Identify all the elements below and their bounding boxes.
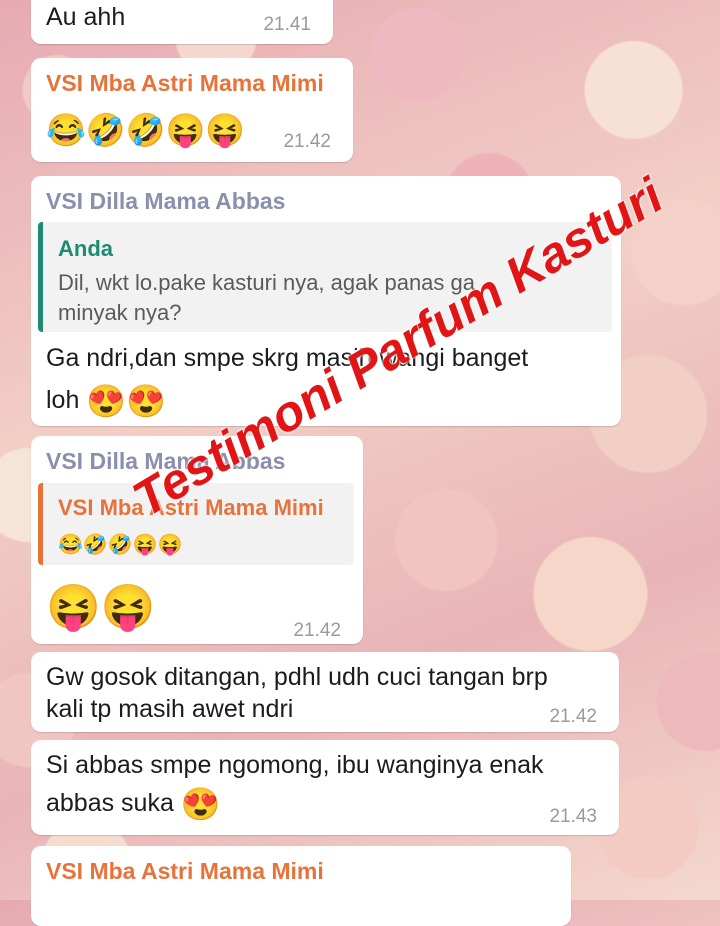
message-text-line2: loh 😍😍: [46, 381, 166, 420]
message-time: 21.42: [549, 706, 597, 727]
quote-bar: [38, 222, 43, 332]
message-text: abbas suka: [46, 789, 174, 817]
message-time: 21.42: [293, 620, 341, 641]
heart-eyes-emoji: 😍: [180, 786, 221, 823]
message-time: 21.43: [549, 806, 597, 827]
sender-name: VSI Mba Astri Mama Mimi: [46, 858, 324, 884]
message-bubble[interactable]: VSI Mba Astri Mama Mimi 😂🤣🤣😝😝 21.42: [31, 58, 353, 162]
message-time: 21.42: [283, 131, 331, 152]
message-text-line2: abbas suka 😍: [46, 784, 221, 823]
message-emojis: 😝😝: [46, 582, 156, 634]
emoji-laugh: 😂🤣🤣😝😝: [46, 112, 246, 149]
tongue-emoji: 😝😝: [46, 583, 156, 632]
emoji-laugh: 😂🤣🤣😝😝: [58, 534, 183, 557]
sender-name: VSI Mba Astri Mama Mimi: [46, 70, 324, 96]
quote-bar: [38, 483, 43, 565]
quote-emojis: 😂🤣🤣😝😝: [58, 529, 340, 559]
message-bubble[interactable]: Gw gosok ditangan, pdhl udh cuci tangan …: [31, 652, 619, 732]
message-bubble[interactable]: Si abbas smpe ngomong, ibu wanginya enak…: [31, 740, 619, 835]
message-text-line1: Si abbas smpe ngomong, ibu wanginya enak: [46, 751, 544, 779]
quote-sender: Anda: [58, 236, 113, 261]
heart-eyes-emoji: 😍😍: [86, 383, 167, 420]
message-time: 21.41: [263, 14, 311, 35]
message-bubble[interactable]: Au ahh 21.41: [31, 0, 333, 44]
message-text: loh: [46, 386, 80, 414]
message-emojis: 😂🤣🤣😝😝: [46, 110, 245, 149]
message-bubble[interactable]: VSI Mba Astri Mama Mimi: [31, 846, 571, 926]
message-text: Au ahh: [46, 3, 126, 31]
sender-name: VSI Dilla Mama Abbas: [46, 188, 286, 214]
message-text-line2: kali tp masih awet ndri: [46, 695, 294, 723]
